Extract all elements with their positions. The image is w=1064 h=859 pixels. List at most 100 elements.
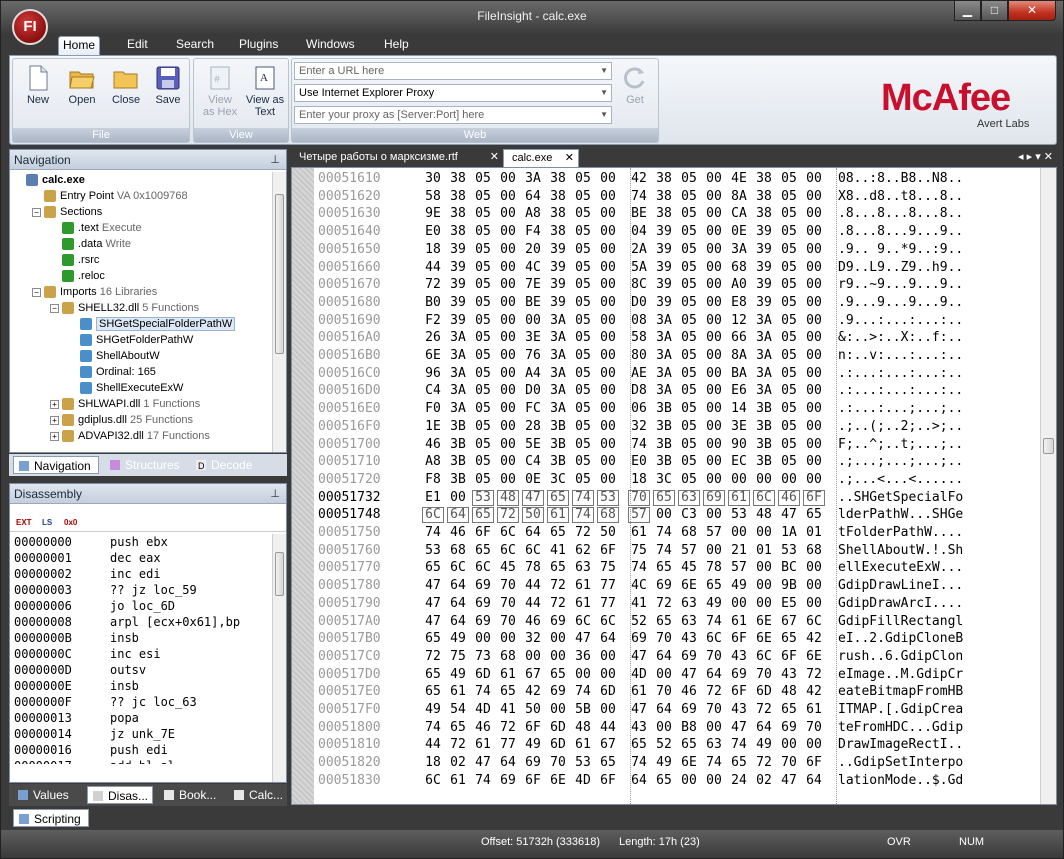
hex-byte[interactable]: 05	[472, 260, 494, 276]
hex-byte[interactable]: 05	[778, 313, 800, 329]
hex-byte[interactable]: 61	[628, 525, 650, 541]
hex-byte[interactable]: 00	[472, 631, 494, 647]
hex-byte[interactable]: 3C	[547, 472, 569, 488]
hex-byte[interactable]: 24	[728, 773, 750, 789]
hex-byte[interactable]: 00	[803, 242, 825, 258]
hex-byte[interactable]: 58	[422, 189, 444, 205]
hex-byte[interactable]: 00	[597, 649, 619, 665]
hex-byte[interactable]: 69	[472, 614, 494, 630]
hex-byte[interactable]: 00	[703, 437, 725, 453]
hex-byte[interactable]: 47	[628, 649, 650, 665]
hex-byte[interactable]: 43	[728, 649, 750, 665]
hex-byte[interactable]: B8	[678, 720, 700, 736]
hex-byte[interactable]: 6C	[447, 560, 469, 576]
hex-byte[interactable]: 00	[597, 171, 619, 187]
hex-byte[interactable]: 61	[572, 596, 594, 612]
hex-byte[interactable]: 61	[472, 737, 494, 753]
hex-byte[interactable]: 58	[628, 330, 650, 346]
hex-byte[interactable]: 65	[472, 543, 494, 559]
hex-byte[interactable]: 00	[597, 667, 619, 683]
hex-ascii[interactable]: tFolderPathW....	[838, 525, 963, 541]
hex-byte[interactable]: 00	[497, 242, 519, 258]
hex-byte[interactable]: 05	[572, 330, 594, 346]
hex-byte[interactable]: 74	[472, 684, 494, 700]
hex-byte[interactable]: 05	[778, 224, 800, 240]
hex-byte[interactable]: 69	[678, 649, 700, 665]
hex-byte[interactable]: E5	[778, 596, 800, 612]
tree-toggle-icon[interactable]: +	[50, 399, 59, 409]
hex-byte[interactable]: 72	[422, 277, 444, 293]
hex-byte[interactable]: 00	[597, 313, 619, 329]
hex-editor[interactable]: 00051610 30 38 05 00 3A 38 05 00 42 38 05 00 4E 38 05 00…	[291, 167, 1057, 805]
hex-byte[interactable]: 00	[803, 383, 825, 399]
hex-byte[interactable]: 64	[497, 755, 519, 771]
hex-byte[interactable]: 74	[728, 737, 750, 753]
hex-byte[interactable]: 00	[803, 206, 825, 222]
hex-byte[interactable]: 42	[522, 684, 544, 700]
hex-ascii[interactable]: ..SHGetSpecialFo	[838, 490, 963, 506]
hex-byte[interactable]: 69	[547, 614, 569, 630]
hex-byte[interactable]: 00	[653, 667, 675, 683]
hex-byte[interactable]: 00	[547, 702, 569, 718]
hex-byte[interactable]: 68	[728, 260, 750, 276]
hex-byte[interactable]: 3B	[753, 437, 775, 453]
hex-byte[interactable]: 05	[572, 401, 594, 417]
hex-byte[interactable]: 05	[472, 454, 494, 470]
tab-navigation[interactable]: Navigation	[13, 456, 99, 474]
hex-byte[interactable]: 05	[778, 330, 800, 346]
hex-byte[interactable]: EC	[728, 454, 750, 470]
hex-byte[interactable]: 30	[422, 171, 444, 187]
hex-byte[interactable]: 4C	[522, 260, 544, 276]
hex-byte[interactable]: 44	[422, 737, 444, 753]
hex-byte[interactable]: 9E	[422, 206, 444, 222]
hex-byte[interactable]: 6F	[803, 755, 825, 771]
tree-item[interactable]: + gdiplus.dll 25 Functions	[50, 412, 193, 428]
hex-byte[interactable]: 3E	[728, 419, 750, 435]
hex-byte[interactable]: 00	[678, 773, 700, 789]
hex-byte[interactable]: 38	[653, 171, 675, 187]
hex-byte[interactable]: 05	[678, 242, 700, 258]
hex-byte[interactable]: 00	[522, 313, 544, 329]
hex-byte[interactable]: 6D	[472, 667, 494, 683]
hex-byte[interactable]: 00	[497, 366, 519, 382]
hex-byte[interactable]: 6E	[678, 755, 700, 771]
tree-item[interactable]: calc.exe	[14, 172, 85, 188]
hex-byte[interactable]: 39	[447, 313, 469, 329]
hex-byte[interactable]: 05	[778, 260, 800, 276]
hex-byte[interactable]: 44	[522, 596, 544, 612]
hex-byte[interactable]: 00	[547, 631, 569, 647]
hex-byte[interactable]: 72	[547, 578, 569, 594]
document-tab-navigation[interactable]: ◂ ▸ ▾ ✕	[1018, 150, 1053, 163]
hex-byte[interactable]: 78	[522, 560, 544, 576]
pin-icon[interactable]: ⊥	[270, 150, 280, 170]
hex-byte[interactable]: 69	[497, 773, 519, 789]
hex-byte[interactable]: 18	[422, 242, 444, 258]
hex-byte[interactable]: 05	[572, 206, 594, 222]
hex-byte[interactable]: 00	[497, 224, 519, 240]
hex-byte[interactable]: 6F	[728, 631, 750, 647]
hex-byte[interactable]: 20	[522, 242, 544, 258]
hex-byte[interactable]: 00	[803, 560, 825, 576]
hex-byte[interactable]: 46	[522, 614, 544, 630]
hex-byte[interactable]: 00	[753, 596, 775, 612]
hex-byte[interactable]: 77	[597, 578, 619, 594]
hex-byte[interactable]: 3A	[753, 348, 775, 364]
hex-byte[interactable]: 3A	[547, 366, 569, 382]
hex-byte[interactable]: 38	[753, 189, 775, 205]
hex-byte[interactable]: 3B	[547, 437, 569, 453]
hex-byte[interactable]: 00	[803, 260, 825, 276]
hex-byte[interactable]: 6E	[678, 578, 700, 594]
hex-byte[interactable]: 00	[803, 366, 825, 382]
hex-byte[interactable]: 68	[497, 649, 519, 665]
hex-byte[interactable]: 64	[653, 702, 675, 718]
hex-byte[interactable]: 64	[803, 773, 825, 789]
hex-ascii[interactable]: lationMode..$.Gd	[838, 773, 963, 789]
hex-byte[interactable]: 00	[597, 206, 619, 222]
hex-byte[interactable]: 5A	[628, 260, 650, 276]
hex-byte[interactable]: 47	[628, 702, 650, 718]
hex-byte[interactable]: 38	[447, 206, 469, 222]
hex-byte[interactable]: 9B	[778, 578, 800, 594]
hex-byte[interactable]: 64	[753, 720, 775, 736]
hex-byte[interactable]: 70	[778, 755, 800, 771]
hex-byte[interactable]: 00	[597, 383, 619, 399]
